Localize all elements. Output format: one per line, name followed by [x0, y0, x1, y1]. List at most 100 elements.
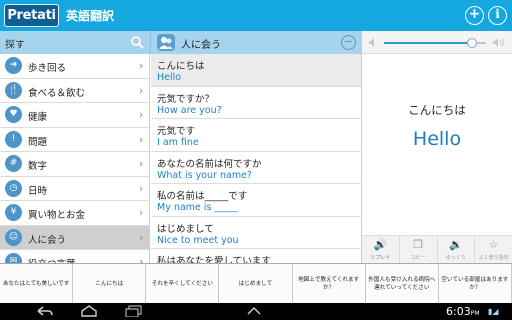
quick-phrase-button[interactable]: こんにちは: [73, 264, 147, 304]
phrase-source: こんにちは: [157, 61, 205, 72]
replay-button[interactable]: 🔊 リプレイ: [362, 236, 400, 263]
category-item[interactable]: ➜ 歩き回る ›: [0, 54, 149, 79]
category-item[interactable]: ◷ 日時 ›: [0, 177, 149, 201]
shopping-icon: ¥: [5, 204, 22, 221]
volume-bar: [362, 31, 512, 54]
people-icon: ☺: [5, 228, 22, 246]
app-title: 英語翻訳: [66, 9, 115, 23]
phrase-item[interactable]: あなたの名前は何ですか What is your name?: [151, 152, 361, 184]
quick-phrase-bar: あなたはとても美しいです こんにちは それを辛くしてください はじめまして 地図上で教え…: [0, 263, 512, 304]
quick-phrase-button[interactable]: それを辛くしてください: [146, 264, 220, 304]
app-logo: Pretati: [4, 4, 59, 27]
phrase-list-header: 人に会う −: [150, 31, 362, 54]
translation-detail: こんにちは Hello 🔊 リプレイ ❐ コピー 🔉 ゆっくり ☆ よく使う語句: [362, 54, 512, 263]
menu-up-icon[interactable]: [247, 307, 261, 315]
action-label: よく使う語句: [478, 255, 509, 261]
search-bar[interactable]: 探す: [0, 31, 150, 54]
category-label: 食べる＆飲む: [28, 87, 86, 99]
chevron-right-icon: ›: [139, 230, 144, 244]
collapse-button[interactable]: −: [341, 35, 356, 50]
phrase-translation: My name is _____: [157, 202, 239, 213]
phrase-item[interactable]: 元気です I am fine: [151, 119, 361, 152]
chevron-right-icon: ›: [139, 255, 144, 263]
volume-low-icon: [369, 38, 374, 47]
chevron-right-icon: ›: [139, 181, 144, 195]
chevron-right-icon: ›: [139, 83, 144, 97]
quick-phrase-button[interactable]: 空いている部屋はありますか？: [438, 264, 512, 304]
search-icon[interactable]: [131, 36, 144, 49]
quick-phrase-button[interactable]: あなたはとても美しいです: [0, 264, 74, 304]
quick-phrase-button[interactable]: 外国人も受け入れる病院へ連れていってください: [365, 264, 439, 304]
home-icon[interactable]: [80, 305, 98, 317]
category-label: 買い物とお金: [28, 210, 86, 221]
chevron-right-icon: ›: [139, 59, 144, 72]
food-icon: 🍴: [5, 81, 22, 99]
phrase-source: 私の名前は_____です: [157, 191, 248, 202]
back-icon[interactable]: [36, 306, 54, 317]
title-bar: Pretati 英語翻訳 + i: [0, 0, 512, 31]
action-label: リプレイ: [370, 255, 391, 261]
volume-slider-fill: [384, 42, 472, 44]
category-item[interactable]: ¥ 買い物とお金 ›: [0, 201, 149, 226]
action-label: ゆっくり: [445, 255, 466, 261]
phrase-translation: What is your name?: [157, 169, 252, 181]
volume-high-icon: [493, 38, 504, 47]
phrase-item[interactable]: 元気ですか？ How are you?: [151, 87, 361, 119]
category-item[interactable]: ! 問題 ›: [0, 128, 149, 152]
chevron-right-icon: ›: [139, 206, 144, 219]
add-button[interactable]: +: [465, 6, 484, 25]
category-label: 健康: [28, 112, 48, 123]
status-signal-icon: ▮◢: [488, 307, 499, 316]
clock-icon: ◷: [5, 179, 22, 197]
phrase-source: 元気ですか？: [157, 93, 215, 105]
category-item[interactable]: ☺ 人に会う ›: [0, 225, 149, 250]
phrase-item[interactable]: こんにちは Hello: [151, 54, 361, 87]
star-icon: ☆: [488, 238, 499, 251]
problem-icon: !: [5, 130, 22, 148]
phrase-item[interactable]: 私はあなたを愛していますI love you: [151, 249, 361, 263]
quick-phrase-button[interactable]: はじめまして: [219, 264, 293, 304]
phrase-item[interactable]: 私の名前は_____です My name is _____: [151, 184, 361, 217]
quick-phrase-button[interactable]: 地図上で教えてくれますか？: [292, 264, 366, 304]
phrase-list-title: 人に会う: [181, 40, 221, 51]
category-label: 日時: [28, 185, 48, 197]
number-icon: #: [5, 155, 22, 172]
office-icon: ✉: [5, 253, 22, 263]
category-label: 人に会う: [28, 234, 67, 246]
category-label: 歩き回る: [28, 63, 67, 74]
status-clock: 6:03PM: [446, 305, 480, 318]
phrase-item[interactable]: はじめまして Nice to meet you: [151, 217, 361, 249]
phrase-source: あなたの名前は何ですか: [157, 158, 262, 170]
people-icon: [157, 34, 175, 51]
search-label: 探す: [5, 40, 25, 51]
category-item[interactable]: # 数字 ›: [0, 152, 149, 177]
chevron-right-icon: ›: [139, 157, 144, 170]
volume-slider[interactable]: [384, 38, 486, 48]
recent-apps-icon[interactable]: [125, 305, 143, 317]
slow-icon: 🔉: [449, 238, 463, 251]
phrase-source: 元気です: [157, 126, 196, 137]
slow-button[interactable]: 🔉 ゆっくり: [438, 236, 476, 263]
app-window: Pretati 英語翻訳 + i 探す 人に会う − ➜ 歩き回る › 🍴 食べ…: [0, 0, 512, 320]
category-label: 役立つ言葉: [28, 256, 76, 263]
category-item[interactable]: 🍴 食べる＆飲む ›: [0, 79, 149, 103]
detail-source-text: こんにちは: [408, 103, 466, 117]
copy-button[interactable]: ❐ コピー: [400, 236, 438, 263]
category-label: 問題: [28, 136, 48, 148]
star-button[interactable]: ☆ よく使う語句: [475, 236, 512, 263]
volume-slider-thumb[interactable]: [466, 38, 477, 48]
category-list: ➜ 歩き回る › 🍴 食べる＆飲む › ♥ 健康 ›! 問題 › # 数字 › ◷ 日時 › ¥ 買い物とお金 › ☺ 人…: [0, 54, 150, 263]
category-item[interactable]: ✉ 役立つ言葉 ›: [0, 250, 149, 263]
phrase-translation: How are you?: [157, 104, 222, 116]
info-button[interactable]: i: [488, 6, 507, 25]
chevron-right-icon: ›: [139, 108, 144, 121]
phrase-translation: I am fine: [157, 137, 199, 148]
action-label: コピー: [410, 255, 426, 261]
replay-icon: 🔊: [373, 238, 388, 251]
chevron-right-icon: ›: [139, 132, 144, 146]
detail-translation-text: Hello: [412, 128, 462, 150]
category-item[interactable]: ♥ 健康 ›: [0, 103, 149, 128]
system-nav-bar: 6:03PM ▮◢: [0, 303, 512, 320]
health-icon: ♥: [5, 106, 22, 123]
action-bar: 🔊 リプレイ ❐ コピー 🔉 ゆっくり ☆ よく使う語句: [362, 235, 512, 263]
